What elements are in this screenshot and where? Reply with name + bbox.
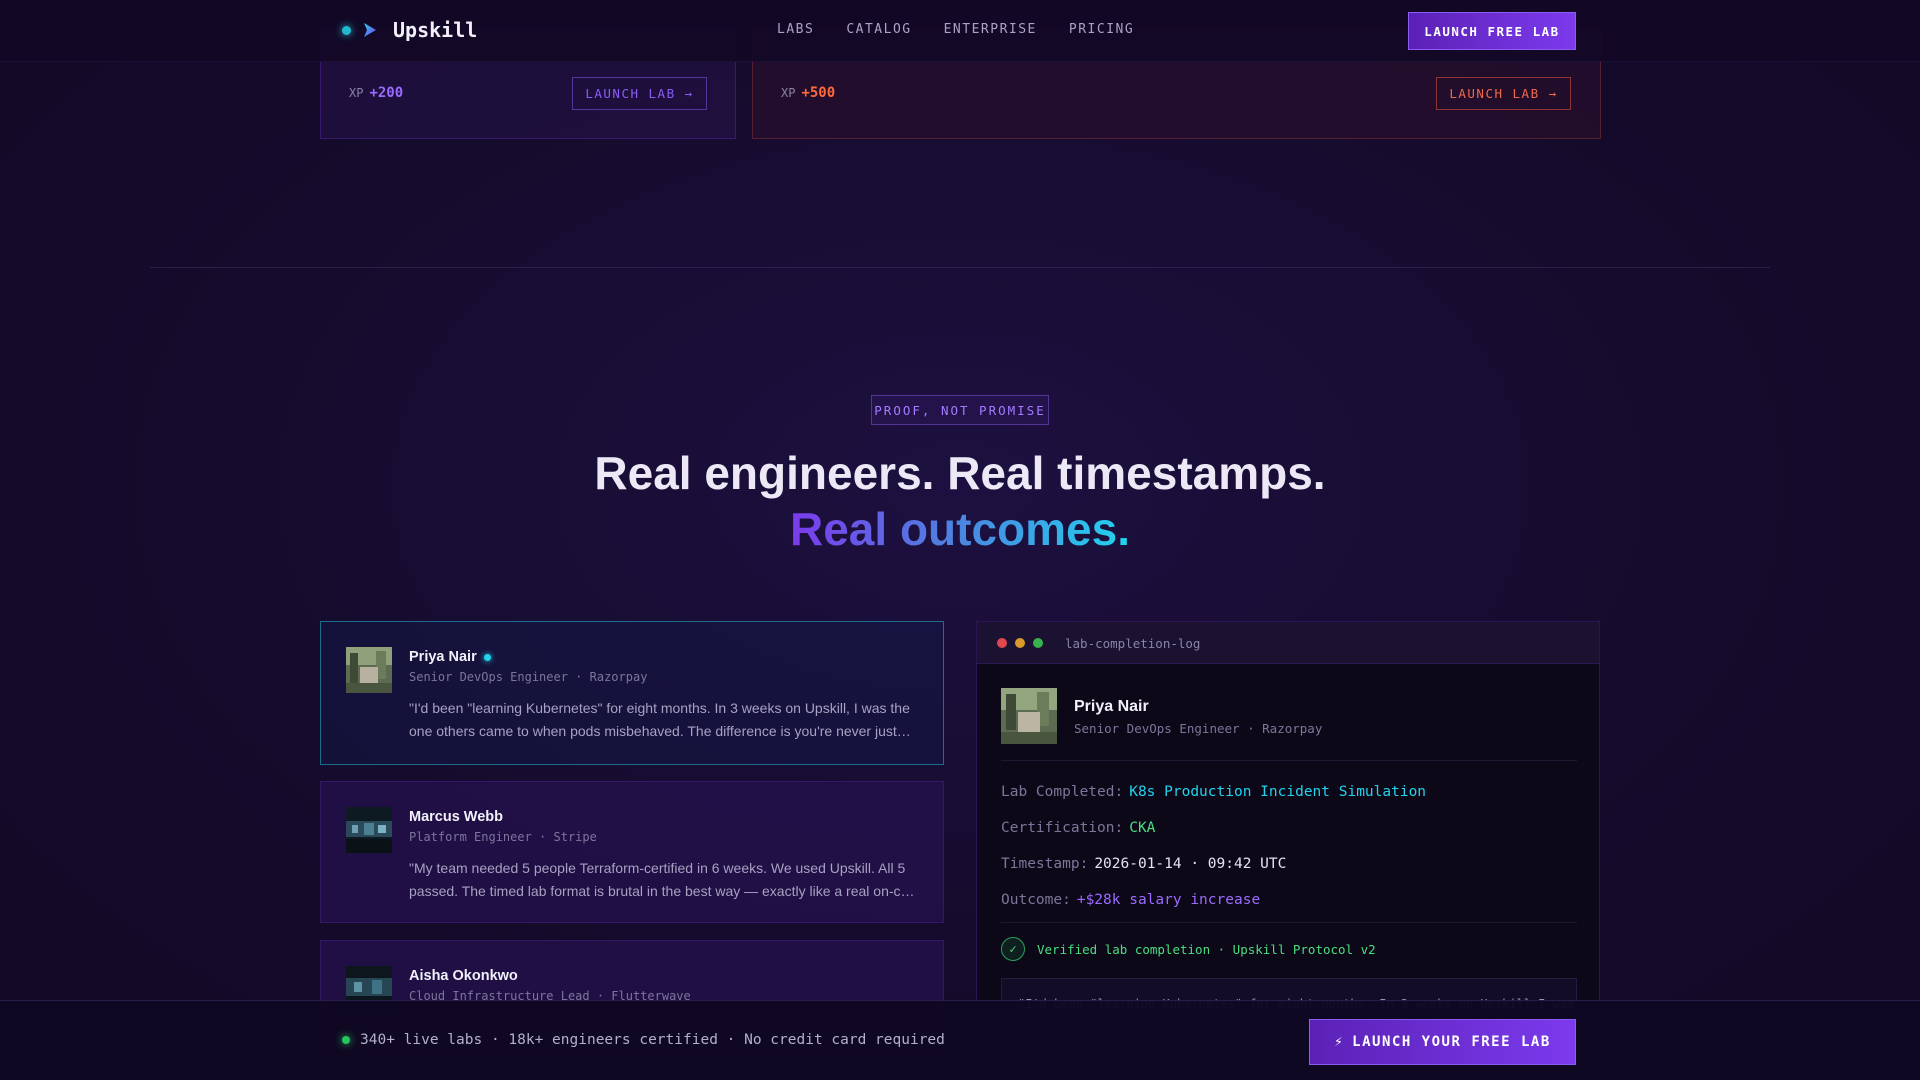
testimonial-quote: "My team needed 5 people Terraform-certi…	[409, 860, 915, 899]
nav-link-enterprise[interactable]: ENTERPRISE	[944, 22, 1037, 37]
testimonial-name-row: Marcus Webb	[409, 809, 503, 825]
lightning-icon: ⚡	[1334, 1034, 1345, 1050]
divider	[1001, 922, 1577, 923]
log-label: Certification:	[1001, 820, 1124, 836]
lab-completion-log-panel: lab-completion-log Priya Nair Senior Dev…	[976, 621, 1600, 1061]
testimonial-name-row: Priya Nair	[409, 649, 491, 665]
nav-link-labs[interactable]: LABS	[777, 22, 814, 37]
log-label: Timestamp:	[1001, 856, 1089, 872]
log-label: Outcome:	[1001, 892, 1071, 908]
window-title: lab-completion-log	[1065, 636, 1201, 651]
stats-text: 340+ live labs · 18k+ engineers certifie…	[360, 1032, 945, 1048]
launch-lab-button-1[interactable]: LAUNCH LAB →	[572, 77, 707, 110]
heading-gradient-text: Real outcomes.	[790, 503, 1130, 555]
testimonial-role: Platform Engineer · Stripe	[409, 830, 597, 844]
launch-your-free-lab-button[interactable]: ⚡ LAUNCH YOUR FREE LAB	[1309, 1019, 1576, 1065]
top-nav: Upskill LABS CATALOG ENTERPRISE PRICING …	[0, 0, 1920, 62]
window-dots-icon	[997, 638, 1043, 648]
stats-line: 340+ live labs · 18k+ engineers certifie…	[342, 1032, 945, 1048]
brand-name: Upskill	[393, 18, 478, 42]
brand-logo[interactable]: Upskill	[342, 18, 477, 42]
online-dot-icon	[483, 653, 491, 661]
live-dot-icon	[342, 1036, 350, 1044]
log-name: Priya Nair	[1074, 698, 1149, 715]
verified-badge: ✓ Verified lab completion · Upskill Prot…	[1001, 937, 1376, 961]
section-heading: Real engineers. Real timestamps.	[594, 447, 1326, 499]
cta-label: LAUNCH YOUR FREE LAB	[1352, 1034, 1551, 1050]
check-icon: ✓	[1001, 937, 1025, 961]
divider	[1001, 760, 1577, 761]
xp-reward-1: XP +200	[349, 85, 404, 101]
log-row-timestamp: Timestamp: 2026-01-14 · 09:42 UTC	[1001, 856, 1286, 872]
avatar	[346, 807, 392, 853]
testimonial-name: Aisha Okonkwo	[409, 968, 518, 984]
log-value: CKA	[1129, 820, 1156, 836]
log-value: +$28k salary increase	[1076, 892, 1261, 908]
nav-link-catalog[interactable]: CATALOG	[846, 22, 911, 37]
testimonial-card-marcus[interactable]: Marcus Webb Platform Engineer · Stripe "…	[320, 781, 944, 923]
xp-reward-2: XP +500	[781, 85, 836, 101]
window-titlebar: lab-completion-log	[977, 622, 1599, 664]
launch-free-lab-button[interactable]: LAUNCH FREE LAB	[1408, 12, 1576, 50]
avatar	[346, 647, 392, 693]
sticky-bottom-bar: 340+ live labs · 18k+ engineers certifie…	[0, 1000, 1920, 1080]
log-row-outcome: Outcome: +$28k salary increase	[1001, 892, 1260, 908]
status-dot-icon	[342, 25, 351, 35]
testimonial-name: Priya Nair	[409, 649, 477, 665]
nav-links: LABS CATALOG ENTERPRISE PRICING	[777, 22, 1134, 37]
section-eyebrow: PROOF, NOT PROMISE	[871, 395, 1049, 425]
testimonial-card-priya[interactable]: Priya Nair Senior DevOps Engineer · Razo…	[320, 621, 944, 765]
play-arrow-icon	[364, 23, 376, 37]
nav-link-pricing[interactable]: PRICING	[1069, 22, 1134, 37]
testimonial-role: Senior DevOps Engineer · Razorpay	[409, 670, 648, 684]
log-label: Lab Completed:	[1001, 784, 1124, 800]
section-heading-highlight: Real outcomes.	[0, 502, 1920, 556]
section-divider	[150, 267, 1770, 268]
log-value: 2026-01-14 · 09:42 UTC	[1094, 856, 1287, 872]
testimonial-quote: "I'd been "learning Kubernetes" for eigh…	[409, 700, 910, 739]
log-row-lab: Lab Completed: K8s Production Incident Si…	[1001, 784, 1426, 800]
log-role: Senior DevOps Engineer · Razorpay	[1074, 721, 1323, 736]
log-row-cert: Certification: CKA	[1001, 820, 1155, 836]
testimonial-name: Marcus Webb	[409, 809, 504, 825]
launch-lab-button-2[interactable]: LAUNCH LAB →	[1436, 77, 1571, 110]
verified-text: Verified lab completion · Upskill Protoc…	[1037, 941, 1376, 957]
log-value: K8s Production Incident Simulation	[1129, 784, 1427, 800]
testimonial-name-row: Aisha Okonkwo	[409, 968, 518, 984]
avatar	[1001, 688, 1057, 744]
